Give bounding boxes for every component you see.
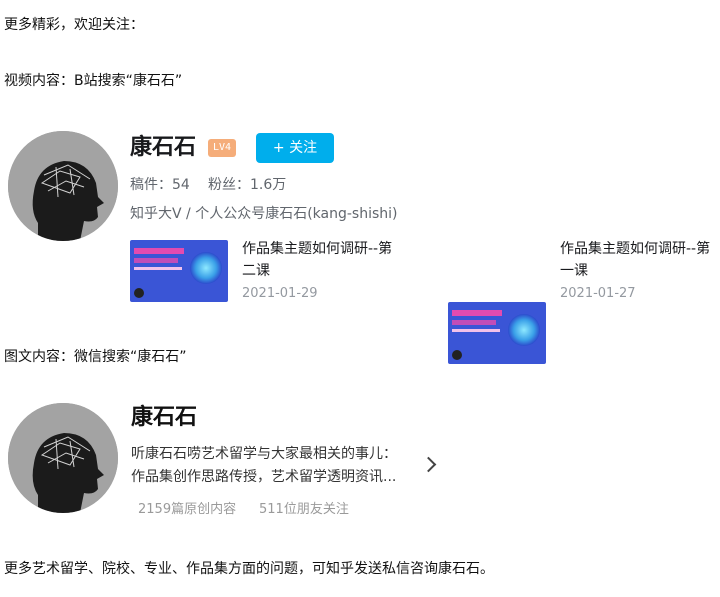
- wechat-desc-line2: 作品集创作思路传授，艺术留学透明资讯...: [131, 469, 397, 485]
- fans-value: 1.6万: [250, 177, 287, 193]
- video-title-line2: 二课: [242, 263, 270, 279]
- wechat-account-name[interactable]: 康石石: [131, 404, 197, 432]
- level-badge: LV4: [208, 139, 237, 157]
- posts-stat: 稿件：54: [130, 175, 190, 195]
- chevron-right-icon[interactable]: [420, 456, 437, 473]
- friends-follow: 511位朋友关注: [259, 502, 349, 517]
- video-title-line1: 作品集主题如何调研--第: [560, 241, 711, 257]
- video-title[interactable]: 作品集主题如何调研--第 二课: [242, 238, 392, 282]
- bili-description: 知乎大V / 个人公众号康石石(kang-shishi): [130, 206, 398, 222]
- video-source-label: 视频内容：B站搜索“康石石”: [4, 73, 183, 89]
- posts-value: 54: [172, 177, 190, 193]
- video-date: 2021-01-29: [242, 286, 318, 301]
- bili-avatar[interactable]: [8, 131, 118, 241]
- follow-button[interactable]: + 关注: [256, 133, 334, 163]
- graphic-source-label: 图文内容：微信搜索“康石石”: [4, 349, 187, 365]
- posts-label: 稿件：: [130, 177, 172, 193]
- footer-text: 更多艺术留学、院校、专业、作品集方面的问题，可知乎发送私信咨询康石石。: [4, 561, 494, 577]
- avatar-head-icon: [8, 131, 118, 241]
- video-title-line2: 一课: [560, 263, 588, 279]
- video-title[interactable]: 作品集主题如何调研--第 一课: [560, 238, 710, 282]
- original-count: 2159篇原创内容: [138, 502, 237, 517]
- fans-stat: 粉丝：1.6万: [208, 175, 286, 195]
- video-thumbnail[interactable]: [448, 302, 546, 364]
- intro-more-text: 更多精彩，欢迎关注：: [4, 17, 144, 33]
- video-title-line1: 作品集主题如何调研--第: [242, 241, 393, 257]
- wechat-avatar[interactable]: [8, 403, 118, 513]
- wechat-desc-line1: 听康石石唠艺术留学与大家最相关的事儿：: [131, 446, 397, 462]
- video-thumbnail[interactable]: [130, 240, 228, 302]
- fans-label: 粉丝：: [208, 177, 250, 193]
- avatar-head-icon: [8, 403, 118, 513]
- video-date: 2021-01-27: [560, 286, 636, 301]
- wechat-description: 听康石石唠艺术留学与大家最相关的事儿： 作品集创作思路传授，艺术留学透明资讯..…: [131, 443, 397, 489]
- bili-uploader-name[interactable]: 康石石: [130, 134, 196, 162]
